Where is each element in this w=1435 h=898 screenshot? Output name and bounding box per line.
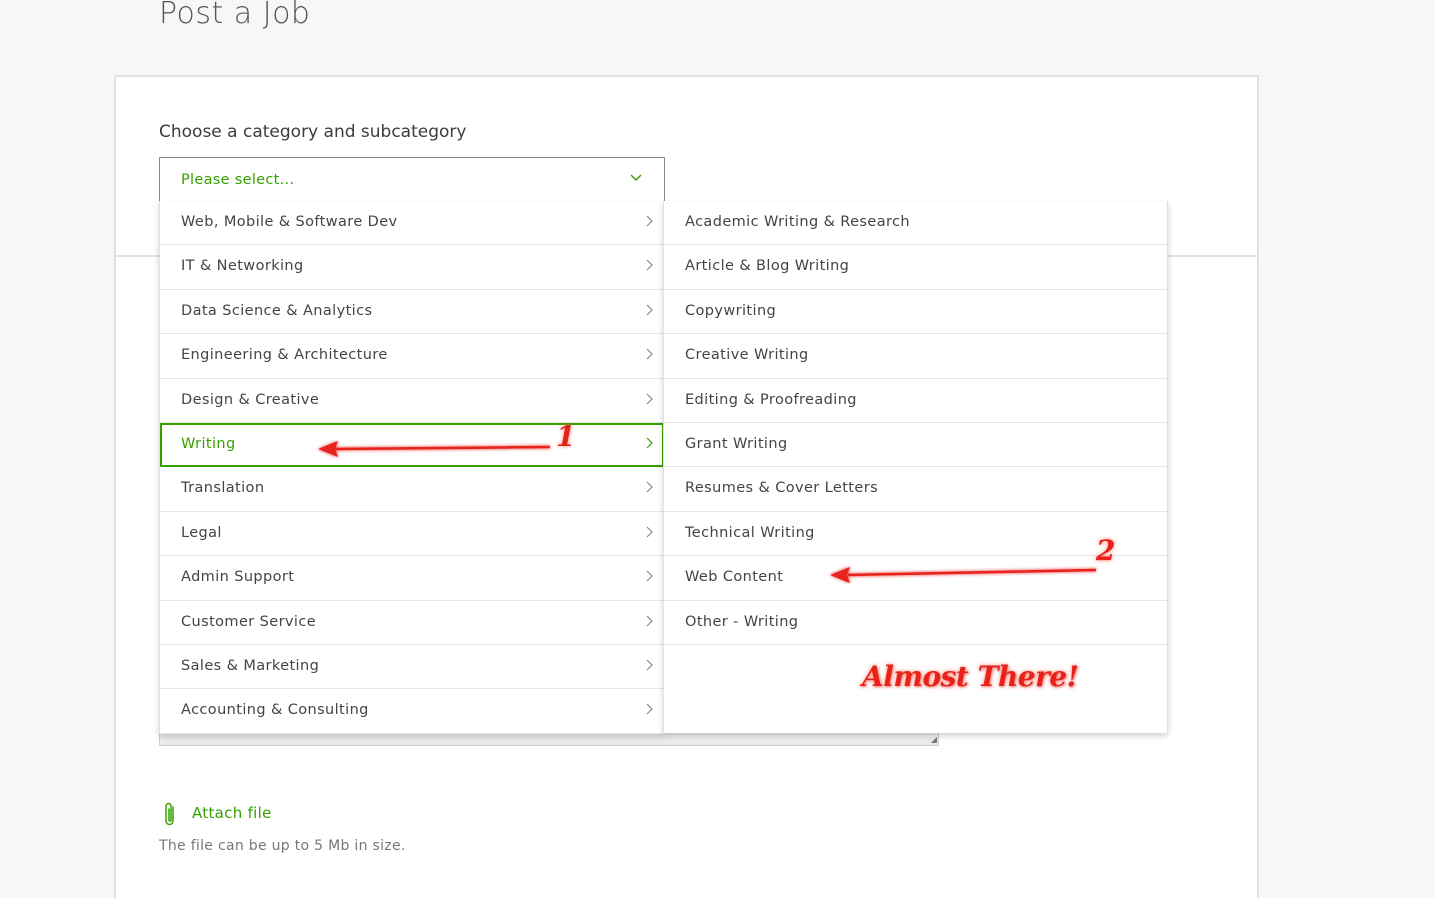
category-item-label: Writing xyxy=(181,435,236,452)
subcategory-item[interactable]: Copywriting xyxy=(664,290,1167,335)
subcategory-item[interactable]: Article & Blog Writing xyxy=(664,245,1167,290)
chevron-right-icon xyxy=(646,615,653,626)
attach-file-label: Attach file xyxy=(192,804,272,822)
annotation-number-1: 1 xyxy=(556,420,576,453)
category-item-label: Web, Mobile & Software Dev xyxy=(181,214,398,230)
chevron-right-icon xyxy=(646,393,653,404)
subcategory-item[interactable]: Other - Writing xyxy=(664,601,1167,645)
annotation-number-2: 2 xyxy=(1096,534,1116,567)
attach-file-hint: The file can be up to 5 Mb in size. xyxy=(159,838,406,854)
subcategory-item[interactable]: Web Content xyxy=(664,556,1167,601)
subcategory-item-label: Technical Writing xyxy=(685,524,815,541)
page-title: Post a Job xyxy=(159,0,311,31)
category-menu: Web, Mobile & Software Dev IT & Networkin… xyxy=(159,201,664,734)
subcategory-item-label: Academic Writing & Research xyxy=(685,214,911,230)
category-item-label: Accounting & Consulting xyxy=(181,702,369,719)
subcategory-item[interactable]: Resumes & Cover Letters xyxy=(664,467,1167,512)
subcategory-item-label: Grant Writing xyxy=(685,435,788,452)
category-item[interactable]: Customer Service xyxy=(160,601,664,645)
category-item-label: Translation xyxy=(181,480,265,497)
category-item[interactable]: Legal xyxy=(160,512,664,557)
category-item[interactable]: Admin Support xyxy=(160,556,664,601)
chevron-right-icon xyxy=(646,259,653,271)
chevron-right-icon xyxy=(646,659,653,671)
category-item-label: Design & Creative xyxy=(181,391,320,408)
subcategory-menu: Academic Writing & Research Article & Blo… xyxy=(663,201,1168,733)
category-item[interactable]: Accounting & Consulting xyxy=(160,689,664,734)
chevron-right-icon xyxy=(646,304,653,316)
chevron-right-icon xyxy=(646,703,653,715)
category-item[interactable]: IT & Networking xyxy=(160,245,664,290)
resize-handle-icon[interactable]: ◢ xyxy=(931,736,937,744)
chevron-right-icon xyxy=(646,526,653,538)
subcategory-item-label: Creative Writing xyxy=(685,347,809,364)
subcategory-item[interactable]: Academic Writing & Research xyxy=(664,201,1167,246)
category-item-label: Data Science & Analytics xyxy=(181,302,373,319)
category-item[interactable]: Data Science & Analytics xyxy=(160,290,664,335)
category-item-label: Sales & Marketing xyxy=(181,657,320,674)
category-section-label: Choose a category and subcategory xyxy=(159,122,467,142)
category-item[interactable]: Engineering & Architecture xyxy=(160,334,664,379)
chevron-right-icon xyxy=(646,437,653,449)
subcategory-item-label: Copywriting xyxy=(685,302,777,319)
category-item[interactable]: Translation xyxy=(160,467,664,512)
subcategory-item[interactable]: Technical Writing xyxy=(664,512,1167,557)
subcategory-item[interactable]: Grant Writing xyxy=(664,423,1167,468)
subcategory-item-label: Other - Writing xyxy=(685,613,799,630)
category-item[interactable]: Writing xyxy=(160,422,664,468)
chevron-right-icon xyxy=(646,570,653,582)
category-item-label: IT & Networking xyxy=(181,258,304,275)
paperclip-icon xyxy=(165,802,174,826)
category-item-label: Customer Service xyxy=(181,613,317,630)
post-job-page: Post a Job Choose a category and subcate… xyxy=(0,0,1435,898)
category-item[interactable]: Web, Mobile & Software Dev xyxy=(160,201,664,246)
chevron-right-icon xyxy=(646,215,653,227)
category-item[interactable]: Design & Creative xyxy=(160,379,664,423)
category-item-label: Admin Support xyxy=(181,569,295,586)
category-item-label: Legal xyxy=(181,524,222,541)
chevron-right-icon xyxy=(646,348,653,360)
subcategory-item-label: Article & Blog Writing xyxy=(685,258,850,275)
category-item[interactable]: Sales & Marketing xyxy=(160,645,664,690)
chevron-right-icon xyxy=(646,481,653,493)
annotation-caption: Almost There! xyxy=(862,660,1079,693)
category-select[interactable]: Please select... xyxy=(159,157,665,202)
category-select-placeholder: Please select... xyxy=(181,172,295,188)
category-item-label: Engineering & Architecture xyxy=(181,347,388,364)
subcategory-item-label: Editing & Proofreading xyxy=(685,391,857,408)
subcategory-item[interactable]: Creative Writing xyxy=(664,334,1167,379)
subcategory-item[interactable]: Editing & Proofreading xyxy=(664,379,1167,423)
subcategory-item-label: Web Content xyxy=(685,569,784,586)
subcategory-item-label: Resumes & Cover Letters xyxy=(685,480,879,497)
chevron-down-icon xyxy=(630,174,642,181)
